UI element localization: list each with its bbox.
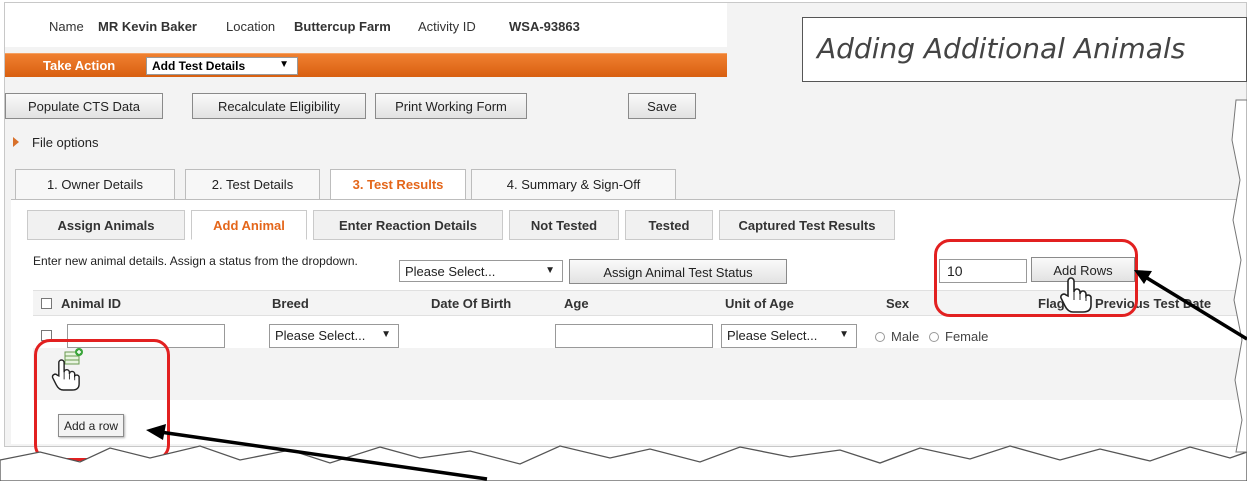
col-date-of-birth: Date Of Birth bbox=[431, 296, 512, 311]
tab-test-details[interactable]: 2. Test Details bbox=[185, 169, 320, 199]
instructions-text: Enter new animal details. Assign a statu… bbox=[33, 254, 358, 268]
sex-male-radio[interactable] bbox=[875, 332, 885, 342]
activity-label: Activity ID bbox=[418, 19, 476, 34]
callout-title-card: Adding Additional Animals bbox=[802, 17, 1247, 82]
col-unit-of-age: Unit of Age bbox=[725, 296, 794, 311]
subtab-captured-test-results[interactable]: Captured Test Results bbox=[719, 210, 895, 240]
torn-bottom-edge bbox=[0, 445, 1247, 481]
col-age: Age bbox=[564, 296, 589, 311]
recalculate-eligibility-button[interactable]: Recalculate Eligibility bbox=[192, 93, 366, 119]
populate-cts-button[interactable]: Populate CTS Data bbox=[5, 93, 163, 119]
assign-status-button[interactable]: Assign Animal Test Status bbox=[569, 259, 787, 284]
location-label: Location bbox=[226, 19, 276, 34]
name-label: Name bbox=[49, 19, 84, 34]
record-info: Name MR Kevin Baker Location Buttercup F… bbox=[5, 3, 727, 47]
callout-title: Adding Additional Animals bbox=[817, 32, 1186, 65]
col-breed: Breed bbox=[272, 296, 309, 311]
tab-test-results[interactable]: 3. Test Results bbox=[330, 169, 466, 200]
hand-cursor-icon bbox=[51, 359, 80, 391]
print-working-form-button[interactable]: Print Working Form bbox=[375, 93, 527, 119]
tab-summary-sign-off[interactable]: 4. Summary & Sign-Off bbox=[471, 169, 676, 199]
sex-female-label: Female bbox=[945, 329, 989, 344]
highlight-add-rows bbox=[934, 239, 1138, 317]
age-input[interactable] bbox=[555, 324, 713, 348]
action-bar: Take Action Add Test Details ▼ bbox=[5, 53, 727, 77]
tab-owner-details[interactable]: 1. Owner Details bbox=[15, 169, 175, 199]
subtab-assign-animals[interactable]: Assign Animals bbox=[27, 210, 185, 240]
file-options-label: File options bbox=[32, 135, 99, 150]
breed-select-value: Please Select... bbox=[275, 328, 366, 343]
hand-cursor-icon bbox=[1060, 277, 1092, 313]
take-action-label: Take Action bbox=[43, 58, 116, 73]
status-select[interactable]: Please Select... ▼ bbox=[399, 260, 563, 282]
action-select-value: Add Test Details bbox=[152, 59, 246, 73]
breed-select[interactable]: Please Select... ▼ bbox=[269, 324, 399, 348]
chevron-down-icon: ▼ bbox=[381, 329, 391, 340]
chevron-down-icon: ▼ bbox=[279, 59, 289, 70]
chevron-down-icon: ▼ bbox=[839, 329, 849, 340]
subtab-add-animal[interactable]: Add Animal bbox=[191, 210, 307, 240]
subtab-tested[interactable]: Tested bbox=[625, 210, 713, 240]
subtab-not-tested[interactable]: Not Tested bbox=[509, 210, 619, 240]
sex-female-radio[interactable] bbox=[929, 332, 939, 342]
subtab-enter-reaction-details[interactable]: Enter Reaction Details bbox=[313, 210, 503, 240]
action-select[interactable]: Add Test Details ▼ bbox=[146, 57, 298, 75]
location-value: Buttercup Farm bbox=[294, 19, 391, 34]
activity-value: WSA-93863 bbox=[509, 19, 580, 34]
name-value: MR Kevin Baker bbox=[98, 19, 197, 34]
unit-of-age-select[interactable]: Please Select... ▼ bbox=[721, 324, 857, 348]
select-all-checkbox[interactable] bbox=[41, 298, 52, 309]
test-results-panel: Assign Animals Add Animal Enter Reaction… bbox=[11, 199, 1246, 444]
save-button[interactable]: Save bbox=[628, 93, 696, 119]
add-row-area bbox=[33, 348, 1246, 400]
expand-triangle-icon bbox=[13, 137, 19, 147]
col-animal-id: Animal ID bbox=[61, 296, 121, 311]
sex-male-label: Male bbox=[891, 329, 920, 344]
status-select-value: Please Select... bbox=[405, 264, 496, 279]
chevron-down-icon: ▼ bbox=[545, 265, 555, 276]
unit-of-age-value: Please Select... bbox=[727, 328, 818, 343]
file-options[interactable]: File options bbox=[5, 129, 1246, 159]
col-sex: Sex bbox=[886, 296, 910, 311]
